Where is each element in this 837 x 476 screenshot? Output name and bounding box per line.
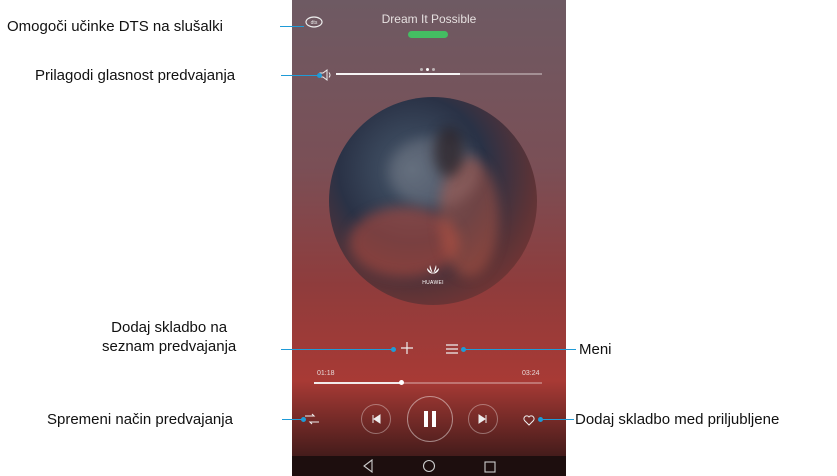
song-title: Dream It Possible <box>381 12 477 26</box>
next-icon <box>478 414 487 424</box>
music-player-screen: dts Dream It Possible HUAWEI 01:18 03:24 <box>292 0 566 476</box>
callout-line-add <box>281 349 393 350</box>
callout-favorite: Dodaj skladbo med priljubljene <box>575 411 780 428</box>
time-total: 03:24 <box>522 370 540 377</box>
previous-button[interactable] <box>361 404 391 434</box>
callout-dot-favorite <box>538 417 543 422</box>
callout-dot-add <box>391 347 396 352</box>
pause-icon <box>424 411 436 427</box>
callout-play-mode: Spremeni način predvajanja <box>47 411 233 428</box>
callout-line-play-mode <box>282 419 303 420</box>
album-art: HUAWEI <box>329 97 537 305</box>
progress-bar-fill <box>314 382 401 384</box>
next-button[interactable] <box>468 404 498 434</box>
callout-dot-volume <box>317 73 322 78</box>
callout-add-to-playlist: Dodaj skladbo na seznam predvajanja <box>102 319 237 355</box>
system-nav-bar <box>292 456 566 476</box>
callout-line-volume <box>281 75 319 76</box>
callout-volume: Prilagodi glasnost predvajanja <box>35 67 236 84</box>
album-brand: HUAWEI <box>422 280 444 286</box>
callout-line-dts <box>280 26 304 27</box>
volume-slider-fill <box>336 73 460 75</box>
back-icon[interactable] <box>362 458 374 476</box>
recents-icon[interactable] <box>484 460 496 476</box>
callout-line-favorite <box>540 419 574 420</box>
callout-line-menu <box>463 349 576 350</box>
callout-menu: Meni <box>579 341 612 358</box>
plus-icon[interactable] <box>400 341 414 360</box>
artist-label-blurred <box>408 31 448 38</box>
menu-icon[interactable] <box>445 342 459 360</box>
shuffle-icon[interactable] <box>304 412 320 430</box>
progress-knob[interactable] <box>398 380 404 385</box>
heart-icon[interactable] <box>523 413 535 431</box>
home-icon[interactable] <box>422 459 436 476</box>
callout-dot-menu <box>461 347 466 352</box>
time-elapsed: 01:18 <box>317 370 335 377</box>
callout-dot-play-mode <box>301 417 306 422</box>
callout-dts: Omogoči učinke DTS na slušalki <box>7 18 223 35</box>
previous-icon <box>372 414 381 424</box>
pause-button[interactable] <box>407 396 453 442</box>
huawei-logo-icon <box>425 262 441 280</box>
